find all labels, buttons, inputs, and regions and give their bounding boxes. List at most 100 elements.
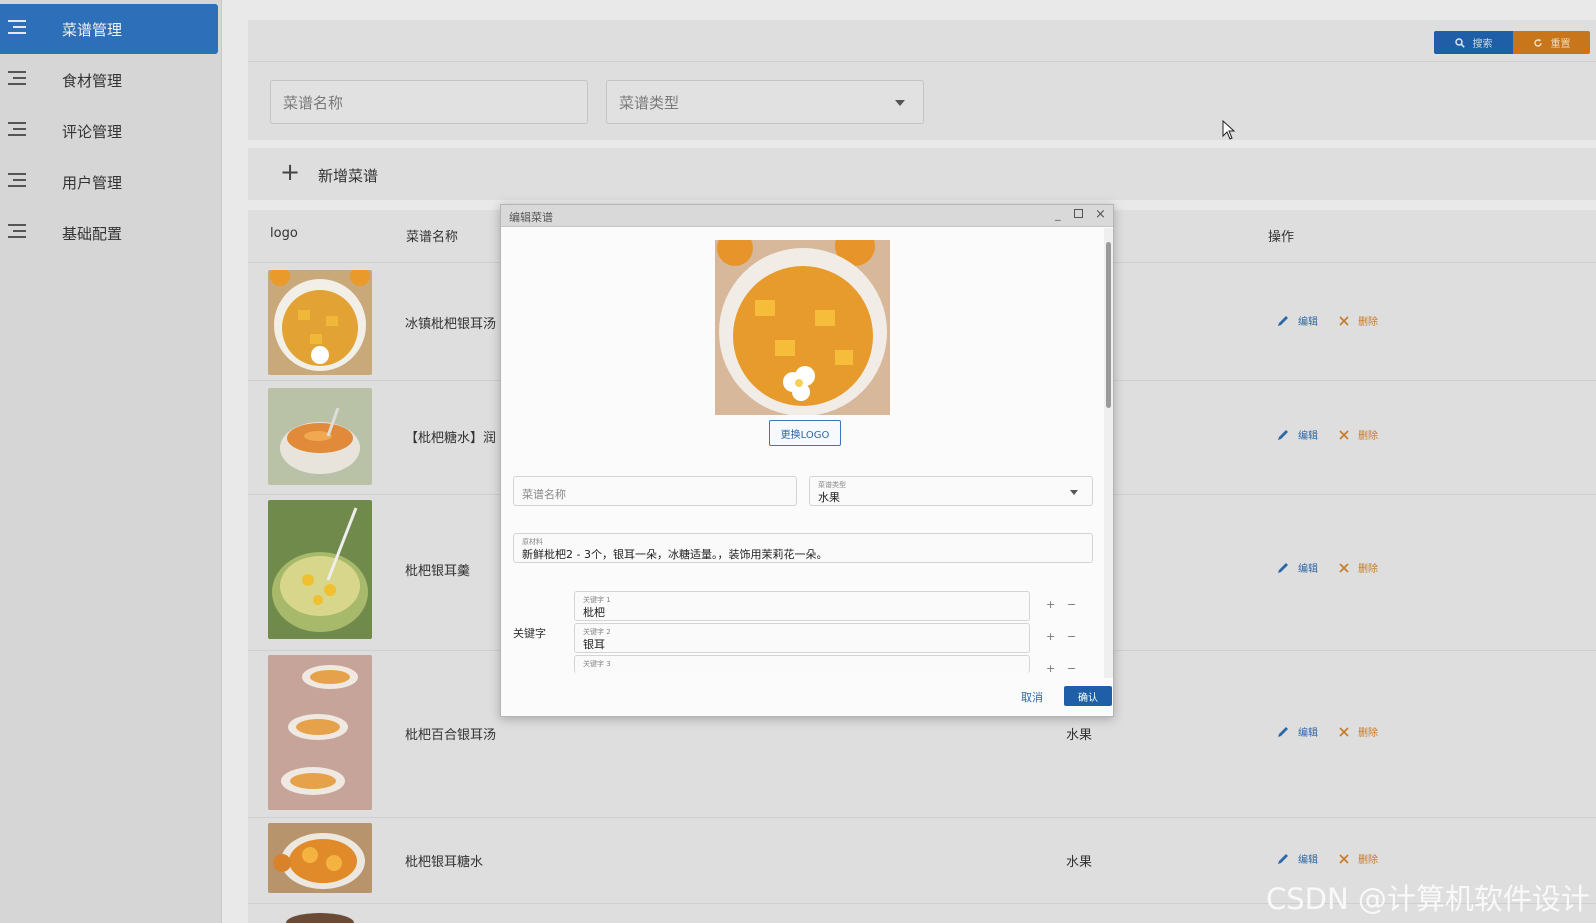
close-icon bbox=[1339, 562, 1349, 573]
ingredients-input[interactable]: 原材料 新鲜枇杷2 - 3个，银耳一朵，冰糖适量。，装饰用茉莉花一朵。 bbox=[513, 533, 1093, 563]
column-header-name: 菜谱名称 bbox=[406, 230, 459, 245]
recipe-name-cell: 冰镇枇杷银耳汤 bbox=[405, 317, 497, 332]
recipe-name-cell: 【枇杷糖水】润 bbox=[405, 431, 497, 446]
delete-button[interactable]: 删除 bbox=[1338, 313, 1378, 328]
recipe-name-placeholder: 菜谱名称 bbox=[283, 93, 344, 112]
plus-icon[interactable]: + bbox=[280, 160, 300, 184]
top-toolbar bbox=[248, 20, 1596, 62]
pencil-icon bbox=[1278, 429, 1288, 440]
keyword-input-3[interactable]: 关键字 3 bbox=[574, 655, 1030, 673]
change-logo-button[interactable]: 更换LOGO bbox=[769, 420, 841, 446]
watermark: CSDN @计算机软件设计 bbox=[1266, 882, 1590, 916]
recipe-name-input[interactable]: 菜谱名称 bbox=[270, 80, 588, 124]
recipe-logo-image bbox=[268, 908, 372, 923]
field-value: 银耳 bbox=[583, 638, 605, 651]
column-header-actions: 操作 bbox=[1268, 230, 1295, 245]
menu-icon bbox=[8, 122, 26, 138]
delete-button[interactable]: 删除 bbox=[1338, 851, 1378, 866]
delete-label: 删除 bbox=[1358, 564, 1378, 575]
remove-keyword-icon[interactable]: − bbox=[1067, 630, 1076, 643]
close-icon bbox=[1339, 726, 1349, 737]
add-keyword-icon[interactable]: + bbox=[1046, 598, 1055, 611]
recipe-type-cell: 水果 bbox=[1066, 855, 1093, 870]
recipe-name-cell: 枇杷百合银耳汤 bbox=[405, 728, 497, 743]
reset-button[interactable]: 重置 bbox=[1513, 31, 1590, 54]
confirm-button[interactable]: 确认 bbox=[1064, 686, 1112, 706]
recipe-type-select[interactable]: 菜谱类型 bbox=[606, 80, 924, 124]
dialog-scrollbar[interactable] bbox=[1104, 228, 1113, 678]
edit-label: 编辑 bbox=[1298, 728, 1318, 739]
edit-label: 编辑 bbox=[1298, 431, 1318, 442]
edit-button[interactable]: 编辑 bbox=[1276, 427, 1318, 442]
add-keyword-icon[interactable]: + bbox=[1046, 662, 1055, 675]
remove-keyword-icon[interactable]: − bbox=[1067, 598, 1076, 611]
mouse-cursor-icon bbox=[1222, 120, 1236, 140]
sidebar-item-comment-management[interactable]: 评论管理 bbox=[0, 106, 218, 156]
delete-label: 删除 bbox=[1358, 728, 1378, 739]
maximize-icon[interactable] bbox=[1074, 209, 1083, 218]
delete-button[interactable]: 删除 bbox=[1338, 560, 1378, 575]
sidebar-item-ingredient-management[interactable]: 食材管理 bbox=[0, 55, 218, 105]
remove-keyword-icon[interactable]: − bbox=[1067, 662, 1076, 675]
delete-label: 删除 bbox=[1358, 317, 1378, 328]
delete-label: 删除 bbox=[1358, 431, 1378, 442]
recipe-logo-image bbox=[268, 500, 372, 639]
keyword-input-1[interactable]: 关键字 1 枇杷 bbox=[574, 591, 1030, 621]
change-logo-label: 更换LOGO bbox=[780, 429, 830, 441]
column-header-logo: logo bbox=[270, 226, 298, 241]
edit-label: 编辑 bbox=[1298, 855, 1318, 866]
pencil-icon bbox=[1278, 726, 1288, 737]
close-icon bbox=[1339, 853, 1349, 864]
dialog-title-bar: 编辑菜谱 _ × bbox=[501, 205, 1113, 227]
refresh-icon bbox=[1533, 38, 1542, 47]
search-button[interactable]: 搜索 bbox=[1434, 31, 1513, 54]
recipe-logo-image bbox=[268, 823, 372, 893]
recipe-type-placeholder: 菜谱类型 bbox=[619, 93, 680, 112]
sidebar-item-label: 食材管理 bbox=[62, 71, 123, 90]
pencil-icon bbox=[1278, 315, 1288, 326]
sidebar-item-user-management[interactable]: 用户管理 bbox=[0, 157, 218, 207]
sidebar: 菜谱管理 食材管理 评论管理 用户管理 基础配置 bbox=[0, 0, 222, 923]
cancel-button[interactable]: 取消 bbox=[1021, 689, 1043, 705]
scrollbar-thumb[interactable] bbox=[1106, 242, 1111, 408]
recipe-logo-image bbox=[268, 655, 372, 810]
field-value: 新鲜枇杷2 - 3个，银耳一朵，冰糖适量。，装饰用茉莉花一朵。 bbox=[522, 548, 828, 561]
modal-recipe-name-input[interactable]: 菜谱名称 bbox=[513, 476, 797, 506]
sidebar-item-label: 菜谱管理 bbox=[62, 20, 123, 39]
keyword-input-2[interactable]: 关键字 2 银耳 bbox=[574, 623, 1030, 653]
edit-button[interactable]: 编辑 bbox=[1276, 313, 1318, 328]
search-icon bbox=[1454, 37, 1465, 48]
menu-icon bbox=[8, 224, 26, 240]
close-icon bbox=[1339, 429, 1349, 440]
pencil-icon bbox=[1278, 562, 1288, 573]
recipe-name-cell: 枇杷银耳糖水 bbox=[405, 855, 484, 870]
delete-button[interactable]: 删除 bbox=[1338, 427, 1378, 442]
reset-button-label: 重置 bbox=[1550, 39, 1571, 50]
search-button-label: 搜索 bbox=[1472, 39, 1493, 50]
add-recipe-button[interactable]: 新增菜谱 bbox=[318, 165, 378, 186]
chevron-down-icon bbox=[1070, 490, 1078, 495]
edit-button[interactable]: 编辑 bbox=[1276, 724, 1318, 739]
chevron-down-icon bbox=[895, 100, 905, 106]
field-label: 关键字 3 bbox=[583, 660, 611, 668]
menu-icon bbox=[8, 173, 26, 189]
modal-recipe-type-select[interactable]: 菜谱类型 水果 bbox=[809, 476, 1093, 506]
modal-recipe-name-placeholder: 菜谱名称 bbox=[522, 488, 566, 501]
close-icon[interactable]: × bbox=[1095, 207, 1106, 222]
add-keyword-icon[interactable]: + bbox=[1046, 630, 1055, 643]
dialog-title: 编辑菜谱 bbox=[509, 211, 553, 224]
recipe-logo-image bbox=[268, 270, 372, 375]
sidebar-item-label: 基础配置 bbox=[62, 224, 123, 243]
edit-button[interactable]: 编辑 bbox=[1276, 560, 1318, 575]
sidebar-item-basic-config[interactable]: 基础配置 bbox=[0, 208, 218, 258]
delete-label: 删除 bbox=[1358, 855, 1378, 866]
menu-icon bbox=[8, 20, 26, 36]
sidebar-item-recipe-management[interactable]: 菜谱管理 bbox=[0, 4, 218, 54]
field-value: 水果 bbox=[818, 491, 840, 504]
edit-label: 编辑 bbox=[1298, 564, 1318, 575]
recipe-logo-image bbox=[268, 388, 372, 485]
minimize-icon[interactable]: _ bbox=[1055, 208, 1061, 221]
edit-button[interactable]: 编辑 bbox=[1276, 851, 1318, 866]
pencil-icon bbox=[1278, 853, 1288, 864]
delete-button[interactable]: 删除 bbox=[1338, 724, 1378, 739]
